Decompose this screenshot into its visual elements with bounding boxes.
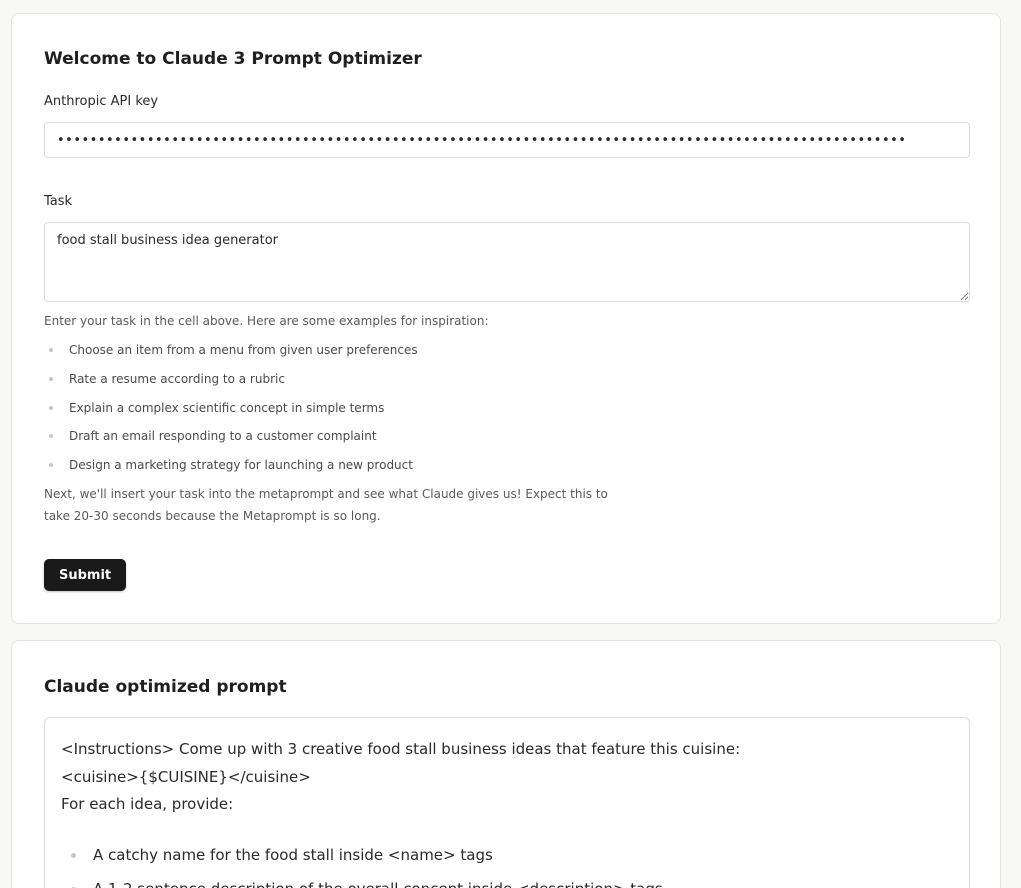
example-text: Choose an item from a menu from given us…: [69, 343, 418, 357]
output-line: For each idea, provide:: [61, 795, 234, 813]
example-text: Rate a resume according to a rubric: [69, 371, 285, 386]
bullet-icon: [71, 852, 76, 858]
example-text: Draft an email responding to a customer …: [69, 429, 377, 444]
example-item: Rate a resume according to a rubric: [44, 365, 418, 394]
example-text: Explain a complex scientific concept in …: [69, 400, 385, 415]
output-list-item: A catchy name for the food stall inside …: [61, 838, 953, 872]
output-list-item: A 1-2 sentence description of the overal…: [61, 872, 953, 888]
output-line: <cuisine>{$CUISINE}</cuisine>: [61, 767, 311, 786]
task-label: Task: [44, 194, 73, 209]
bullet-icon: [49, 348, 53, 352]
form-title: Welcome to Claude 3 Prompt Optimizer: [44, 49, 422, 69]
optimized-prompt-card: Claude optimized prompt <Instructions> C…: [11, 640, 1001, 888]
optimized-prompt-output[interactable]: <Instructions> Come up with 3 creative f…: [44, 717, 970, 888]
api-key-input[interactable]: [44, 122, 970, 158]
api-key-label: Anthropic API key: [44, 94, 159, 109]
bullet-icon: [49, 405, 53, 410]
bullet-icon: [49, 463, 53, 467]
examples-intro: Enter your task in the cell above. Here …: [44, 314, 489, 328]
example-item: Explain a complex scientific concept in …: [44, 394, 418, 423]
example-item: Draft an email responding to a customer …: [44, 422, 418, 451]
output-list-text: A catchy name for the food stall inside …: [93, 845, 493, 864]
output-line: <Instructions> Come up with 3 creative f…: [61, 740, 741, 758]
next-step-note-line: Next, we'll insert your task into the me…: [44, 487, 608, 501]
output-title: Claude optimized prompt: [44, 677, 287, 697]
page: Welcome to Claude 3 Prompt Optimizer Ant…: [0, 0, 1021, 888]
output-list: A catchy name for the food stall inside …: [61, 838, 953, 888]
task-input[interactable]: food stall business idea generator: [44, 222, 970, 302]
next-step-note-line: take 20-30 seconds because the Metapromp…: [44, 509, 381, 523]
bullet-icon: [49, 376, 53, 381]
example-item: Design a marketing strategy for launchin…: [44, 451, 418, 480]
example-text: Design a marketing strategy for launchin…: [69, 458, 413, 472]
prompt-optimizer-form-card: Welcome to Claude 3 Prompt Optimizer Ant…: [11, 13, 1001, 624]
submit-button[interactable]: Submit: [44, 559, 127, 591]
examples-list: Choose an item from a menu from given us…: [44, 336, 418, 480]
bullet-icon: [49, 434, 53, 439]
next-step-note: Next, we'll insert your task into the me…: [44, 483, 608, 527]
output-list-text: A 1-2 sentence description of the overal…: [93, 880, 663, 888]
example-item: Choose an item from a menu from given us…: [44, 336, 418, 365]
